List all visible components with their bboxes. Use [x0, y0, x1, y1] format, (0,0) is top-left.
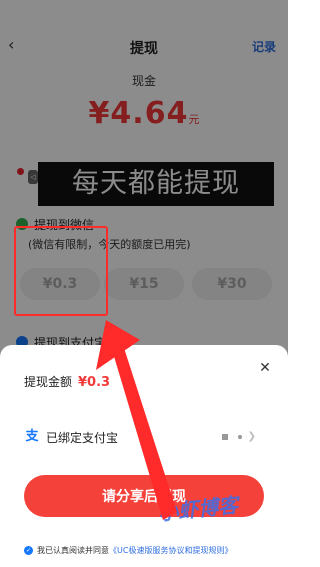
alipay-binding-text: 已绑定支付宝 [46, 430, 119, 445]
withdraw-amount-row: 提现金额 ¥0.3 [24, 373, 110, 390]
alipay-icon: 支 [25, 429, 39, 444]
alipay-binding-row[interactable]: 支 已绑定支付宝 ❯ [24, 429, 264, 445]
annotation-highlight-box [14, 226, 108, 316]
agreement-link[interactable]: 《UC极速版服务协议和提现规则》 [109, 545, 232, 556]
mask-dot [237, 434, 242, 439]
close-icon[interactable]: ✕ [258, 361, 272, 375]
alipay-account-masked: ❯ [221, 431, 256, 442]
withdraw-amount-label: 提现金额 [24, 375, 73, 389]
agreement-prefix: 我已认真阅读并同意 [37, 546, 109, 555]
agreement-row[interactable]: ✓ 我已认真阅读并同意 《UC极速版服务协议和提现规则》 [24, 545, 232, 556]
check-icon[interactable]: ✓ [24, 546, 33, 555]
withdraw-bottom-sheet: ✕ 提现金额 ¥0.3 支 已绑定支付宝 ❯ 请分享后提现 小虾博客 ✓ 我已认… [0, 345, 288, 567]
withdraw-amount-value: ¥0.3 [78, 375, 111, 390]
chevron-right-icon: ❯ [247, 431, 256, 442]
mask-block [221, 433, 228, 440]
